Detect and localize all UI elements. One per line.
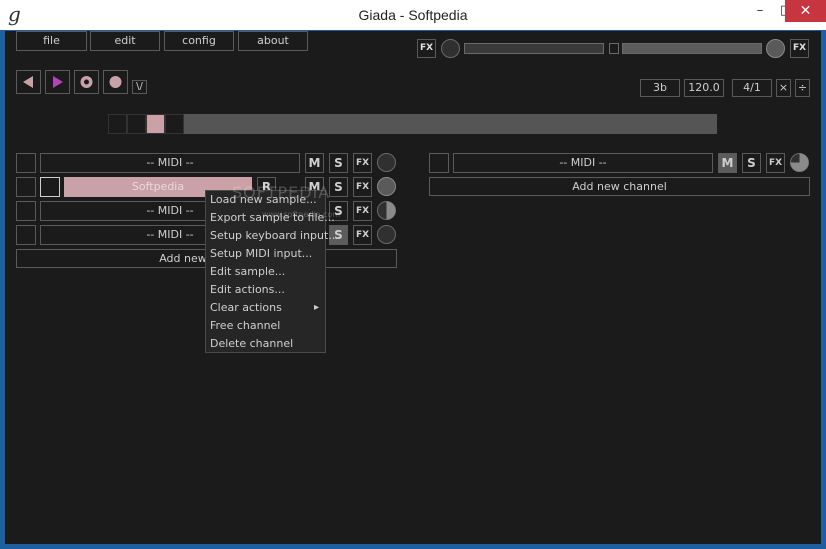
bpm-field[interactable]: 120.0 <box>684 79 724 97</box>
sequencer-bar <box>108 114 717 134</box>
watermark-logo: SOFTPEDIA <box>232 183 331 202</box>
sequencer-beat <box>165 114 184 134</box>
record-input-button[interactable] <box>103 70 128 94</box>
solo-button[interactable]: S <box>742 153 761 173</box>
sequencer-beat <box>127 114 146 134</box>
menu-file[interactable]: file <box>16 31 87 51</box>
solo-button[interactable]: S <box>329 177 348 197</box>
channel-fx-button[interactable]: FX <box>353 153 372 173</box>
input-monitor-toggle[interactable] <box>609 43 619 54</box>
channel-play-button[interactable] <box>429 153 449 173</box>
channel-fx-button[interactable]: FX <box>766 153 785 173</box>
channel-play-button[interactable] <box>16 153 36 173</box>
menu-item-edit-actions[interactable]: Edit actions... <box>210 281 285 299</box>
submenu-arrow-icon: ▸ <box>314 302 320 313</box>
channel-fx-button[interactable]: FX <box>353 201 372 221</box>
channel-play-button[interactable] <box>16 177 36 197</box>
channel-fx-button[interactable]: FX <box>353 177 372 197</box>
input-meter <box>464 43 604 54</box>
beats-field[interactable]: 3b <box>640 79 680 97</box>
channel-volume-knob[interactable] <box>377 153 396 172</box>
mute-button[interactable]: M <box>305 153 324 173</box>
watermark-url: www.softpedia.com <box>262 210 341 219</box>
play-button[interactable] <box>45 70 70 94</box>
mute-button[interactable]: M <box>718 153 737 173</box>
menu-item-clear-actions[interactable]: Clear actions <box>210 299 282 317</box>
input-volume-knob[interactable] <box>441 39 460 58</box>
channel-status-button[interactable] <box>40 177 60 197</box>
solo-button[interactable]: S <box>329 153 348 173</box>
channel-volume-knob[interactable] <box>377 201 396 220</box>
channel-play-button[interactable] <box>16 201 36 221</box>
add-channel-button-right[interactable]: Add new channel <box>429 177 810 196</box>
record-actions-button[interactable] <box>74 70 99 94</box>
menu-item-free-channel[interactable]: Free channel <box>210 317 280 335</box>
channel-name[interactable]: -- MIDI -- <box>453 153 713 173</box>
close-button[interactable]: ✕ <box>785 0 826 22</box>
output-volume-knob[interactable] <box>766 39 785 58</box>
menu-item-setup-keyboard[interactable]: Setup keyboard input... <box>210 227 339 245</box>
output-meter <box>622 43 762 54</box>
sequencer-beat-active <box>146 114 165 134</box>
output-fx-button[interactable]: FX <box>790 39 809 58</box>
sequencer-beat <box>108 114 127 134</box>
metronome-button[interactable]: \/ <box>132 80 147 94</box>
record-actions-icon <box>80 76 93 88</box>
channel-volume-knob[interactable] <box>790 153 809 172</box>
channel-volume-knob[interactable] <box>377 225 396 244</box>
input-fx-button[interactable]: FX <box>417 39 436 58</box>
play-icon <box>53 76 63 88</box>
menu-config[interactable]: config <box>164 31 234 51</box>
window-title: Giada - Softpedia <box>358 7 468 23</box>
menu-item-delete-channel[interactable]: Delete channel <box>210 335 293 353</box>
menu-edit[interactable]: edit <box>90 31 160 51</box>
window-frame <box>0 31 826 549</box>
rewind-icon <box>23 76 33 88</box>
channel-play-button[interactable] <box>16 225 36 245</box>
rewind-button[interactable] <box>16 70 41 94</box>
channel-name[interactable]: -- MIDI -- <box>40 153 300 173</box>
beats-multiply-button[interactable]: × <box>776 79 791 97</box>
record-icon <box>109 76 122 88</box>
meter-field[interactable]: 4/1 <box>732 79 772 97</box>
beats-divide-button[interactable]: ÷ <box>795 79 810 97</box>
channel-volume-knob[interactable] <box>377 177 396 196</box>
menu-about[interactable]: about <box>238 31 308 51</box>
menu-item-edit-sample[interactable]: Edit sample... <box>210 263 285 281</box>
menu-item-setup-midi[interactable]: Setup MIDI input... <box>210 245 312 263</box>
channel-fx-button[interactable]: FX <box>353 225 372 245</box>
minimize-button[interactable]: – <box>747 0 773 22</box>
